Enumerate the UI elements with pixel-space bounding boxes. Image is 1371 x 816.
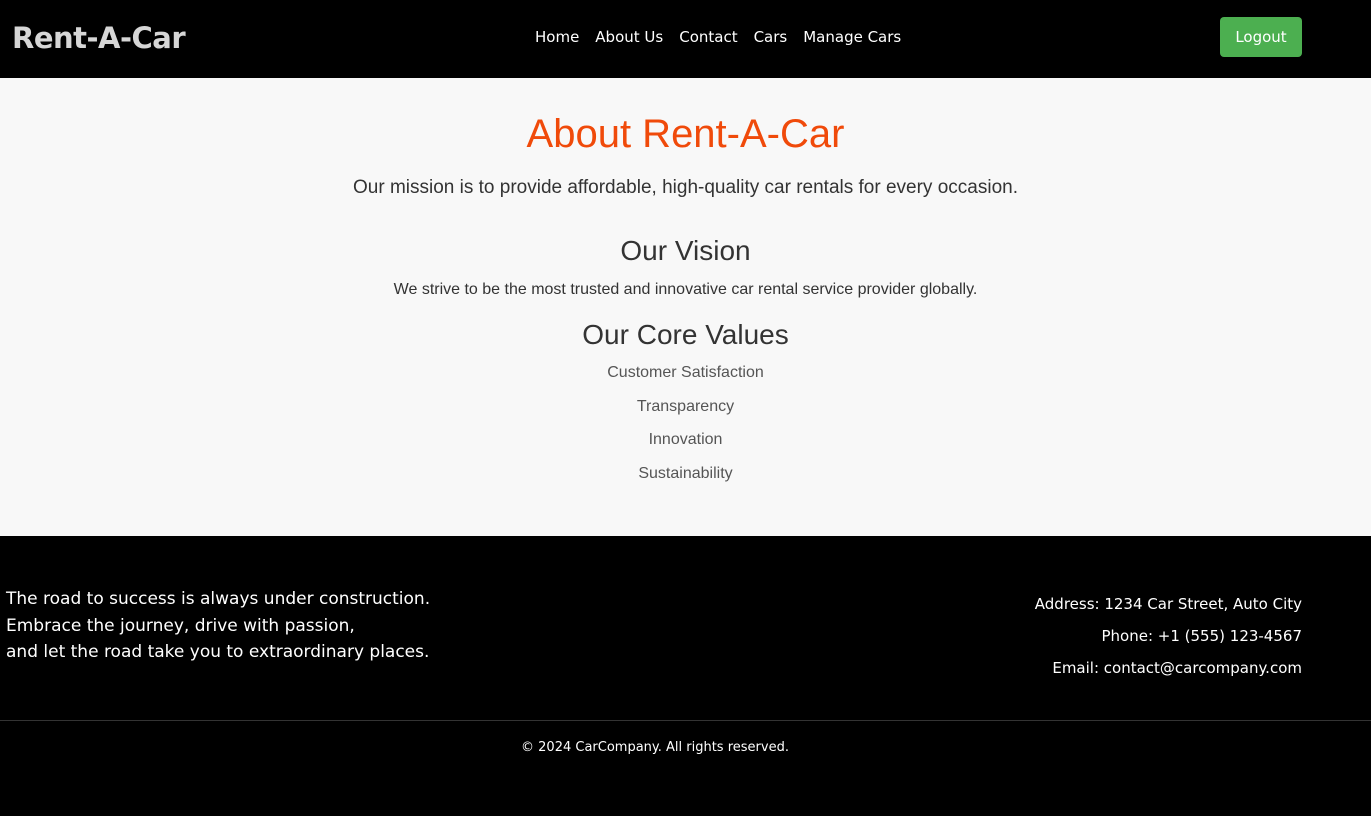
- core-values-heading: Our Core Values: [582, 319, 789, 350]
- logout-button[interactable]: Logout: [1220, 17, 1302, 57]
- contact-address: Address: 1234 Car Street, Auto City: [1034, 595, 1302, 613]
- nav-about-link[interactable]: About Us: [595, 26, 663, 48]
- brand-logo[interactable]: Rent-A-Car: [12, 18, 186, 58]
- core-values-list: Customer Satisfaction Transparency Innov…: [0, 362, 1371, 497]
- footer-quote: The road to success is always under cons…: [6, 586, 430, 666]
- footer-contact: Address: 1234 Car Street, Auto City Phon…: [1035, 594, 1302, 690]
- mission-text: Our mission is to provide affordable, hi…: [353, 177, 1018, 198]
- quote-line: and let the road take you to extraordina…: [6, 642, 430, 662]
- core-value-item: Customer Satisfaction: [607, 364, 764, 381]
- core-value-item: Innovation: [648, 431, 723, 449]
- quote-line: Embrace the journey, drive with passion,: [6, 615, 355, 636]
- site-footer: The road to success is always under cons…: [0, 536, 1371, 816]
- contact-phone: Phone: +1 (555) 123-4567: [1101, 627, 1303, 645]
- about-section: About Rent-A-Car Our mission is to provi…: [0, 78, 1371, 536]
- site-header: Rent-A-Car Home About Us Contact Cars Ma…: [0, 0, 1371, 78]
- nav-manage-cars-link[interactable]: Manage Cars: [803, 26, 901, 48]
- footer-divider: [0, 720, 1371, 721]
- quote-line: The road to success is always under cons…: [6, 589, 431, 609]
- vision-text: We strive to be the most trusted and inn…: [393, 281, 978, 298]
- copyright-text: © 2024 CarCompany. All rights reserved.: [521, 740, 789, 755]
- page-title: About Rent-A-Car: [526, 112, 845, 156]
- main-nav: Home About Us Contact Cars Manage Cars: [535, 26, 901, 48]
- vision-heading: Our Vision: [620, 235, 751, 266]
- core-value-item: Transparency: [636, 397, 735, 415]
- nav-home-link[interactable]: Home: [535, 26, 579, 48]
- core-value-item: Sustainability: [638, 465, 733, 483]
- nav-contact-link[interactable]: Contact: [679, 26, 737, 48]
- contact-email: Email: contact@carcompany.com: [1052, 659, 1302, 677]
- nav-cars-link[interactable]: Cars: [754, 26, 788, 48]
